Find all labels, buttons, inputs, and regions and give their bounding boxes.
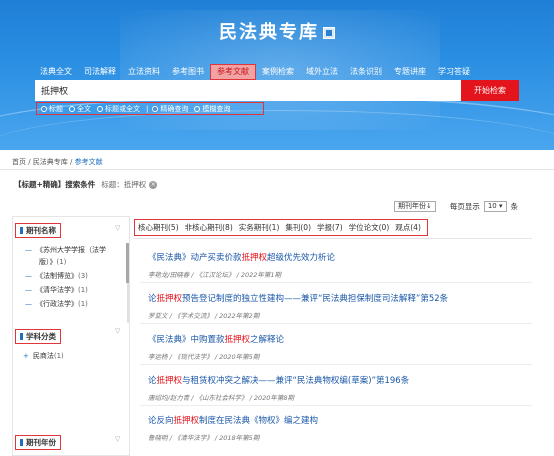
radio-icon	[97, 105, 103, 112]
nav-item[interactable]: 参考图书	[166, 64, 210, 80]
per-page-unit: 条	[510, 202, 519, 211]
result-item: 《民法典》中购置款抵押权之解释论 李运杨 / 《现代法学》 / 2020年第5期	[148, 333, 284, 361]
nav-item[interactable]: 学习答疑	[432, 64, 476, 80]
option-fuzzy[interactable]: 模糊查询	[194, 104, 230, 114]
filter-head-journal[interactable]: 期刊名称	[15, 223, 61, 238]
tab-core[interactable]: 核心期刊(5)	[138, 222, 179, 233]
divider	[134, 238, 532, 239]
tab-thesis[interactable]: 学位论文(0)	[349, 222, 390, 233]
list-item[interactable]: + 民商法 (1)	[23, 351, 64, 361]
result-item: 论抵押权预告登记制度的独立性建构——兼评“民法典担保制度司法解释”第52条 罗亚…	[148, 292, 448, 320]
result-title[interactable]: 《民法典》中购置款抵押权之解释论	[148, 333, 284, 345]
divider	[140, 282, 532, 283]
site-title-text: 民法典专库	[219, 22, 319, 43]
radio-icon	[194, 105, 201, 112]
result-title[interactable]: 论抵押权预告登记制度的独立性建构——兼评“民法典担保制度司法解释”第52条	[148, 292, 448, 304]
breadcrumb-home[interactable]: 首页	[12, 158, 26, 166]
search-button[interactable]: 开始检索	[461, 80, 519, 101]
chevron-down-icon[interactable]: ▽	[115, 224, 125, 232]
nav-item[interactable]: 法条识别	[344, 64, 388, 80]
option-exact[interactable]: 精确查询	[152, 104, 188, 114]
section-bar	[20, 333, 23, 340]
result-meta: 李运杨 / 《现代法学》 / 2020年第5期	[148, 353, 260, 361]
chevron-down-icon[interactable]: ▽	[115, 327, 125, 335]
header-banner: 民法典专库 法典全文 司法解释 立法资料 参考图书 参考文献 案例检索 域外立法…	[0, 0, 554, 150]
section-bar	[20, 227, 23, 234]
list-item[interactable]: — 《法制博览》 (3)	[25, 271, 106, 281]
main-nav: 法典全文 司法解释 立法资料 参考图书 参考文献 案例检索 域外立法 法条识别 …	[34, 64, 476, 80]
tab-journal[interactable]: 学报(7)	[317, 222, 343, 233]
breadcrumb-library[interactable]: 民法典专库	[33, 158, 68, 166]
nav-item-active[interactable]: 参考文献	[210, 64, 256, 80]
result-meta: 唐绍均/赵力青 / 《山东社会科学》 / 2020年第8期	[148, 394, 295, 402]
divider	[140, 405, 532, 406]
option-title[interactable]: 标题	[41, 104, 63, 114]
option-separator: |	[146, 104, 149, 113]
sort-select[interactable]: 期刊年份↓	[393, 201, 436, 212]
result-title[interactable]: 论反向抵押权制度在民法典《物权》编之建构	[148, 414, 318, 426]
search-bar: 开始检索	[35, 80, 519, 101]
conditions-label: 【标题+精确】搜索条件	[14, 180, 96, 189]
tab-viewpoint[interactable]: 观点(4)	[395, 222, 421, 233]
divider	[0, 169, 554, 170]
nav-item[interactable]: 案例检索	[256, 64, 300, 80]
result-meta: 鲁晓明 / 《清华法学》 / 2018年第5期	[148, 434, 260, 442]
filter-sidebar: 期刊名称 ▽ — 《苏州大学学报（法学 版）》 (1) — 《法制博览》 (3) — 《清…	[12, 216, 130, 456]
result-item: 《民法典》动产买卖价款抵押权超级优先效力析论 李艳龙/田晓春 / 《江汉论坛》 …	[148, 251, 335, 279]
category-tabs: 核心期刊(5) 非核心期刊(8) 实务期刊(1) 集刊(0) 学报(7) 学位论…	[134, 219, 428, 236]
radio-icon	[41, 105, 47, 112]
breadcrumb: 首页 / 民法典专库 / 参考文献	[12, 158, 103, 166]
list-item[interactable]: — 《行政法学》 (1)	[25, 299, 106, 309]
list-item-cont[interactable]: 版）》 (1)	[25, 257, 106, 267]
nav-item[interactable]: 法典全文	[34, 64, 78, 80]
filter-head-subject[interactable]: 学科分类	[15, 329, 61, 344]
per-page-select[interactable]: 10 ▾	[483, 201, 507, 212]
nav-item[interactable]: 域外立法	[300, 64, 344, 80]
result-meta: 罗亚文 / 《学术交流》 / 2022年第2期	[148, 312, 260, 320]
chevron-down-icon: ▾	[498, 202, 503, 210]
journal-list: — 《苏州大学学报（法学 版）》 (1) — 《法制博览》 (3) — 《清华法学》 (1)…	[25, 245, 106, 311]
scrollbar-thumb[interactable]	[126, 243, 129, 283]
result-controls: 期刊年份↓ 每页显示 10 ▾ 条	[393, 201, 519, 212]
search-options: 标题 全文 标题或全文 | 精确查询 模糊查询	[36, 102, 264, 115]
section-bar	[20, 439, 23, 446]
result-title[interactable]: 论抵押权与租赁权冲突之解决——兼评“民法典物权编(草案)”第196条	[148, 374, 409, 386]
seal-icon	[323, 27, 335, 39]
chevron-down-icon[interactable]: ▽	[115, 435, 125, 443]
tab-practice[interactable]: 实务期刊(1)	[239, 222, 280, 233]
nav-item[interactable]: 立法资料	[122, 64, 166, 80]
radio-icon	[69, 105, 75, 112]
nav-item[interactable]: 专题讲座	[388, 64, 432, 80]
tab-noncore[interactable]: 非核心期刊(8)	[185, 222, 233, 233]
divider	[140, 364, 532, 365]
result-meta: 李艳龙/田晓春 / 《江汉论坛》 / 2022年第1期	[148, 271, 282, 279]
radio-icon	[152, 105, 159, 112]
result-item: 论抵押权与租赁权冲突之解决——兼评“民法典物权编(草案)”第196条 唐绍均/赵…	[148, 374, 409, 402]
condition-tag: 标题：抵押权	[101, 180, 147, 189]
result-title[interactable]: 《民法典》动产买卖价款抵押权超级优先效力析论	[148, 251, 335, 263]
breadcrumb-current: 参考文献	[74, 158, 103, 166]
list-item[interactable]: — 《清华法学》 (1)	[25, 285, 106, 295]
filter-head-year[interactable]: 期刊年份	[15, 435, 61, 450]
clear-condition-icon[interactable]: ×	[149, 180, 158, 189]
subject-list: + 民商法 (1)	[23, 351, 64, 363]
search-conditions: 【标题+精确】搜索条件 标题：抵押权 ×	[14, 179, 158, 190]
list-item[interactable]: — 《苏州大学学报（法学	[25, 245, 106, 255]
site-title: 民法典专库	[0, 18, 554, 44]
tab-collection[interactable]: 集刊(0)	[285, 222, 311, 233]
search-input[interactable]	[35, 80, 461, 101]
result-item: 论反向抵押权制度在民法典《物权》编之建构 鲁晓明 / 《清华法学》 / 2018…	[148, 414, 318, 442]
option-title-or-fulltext[interactable]: 标题或全文	[97, 104, 140, 114]
nav-item[interactable]: 司法解释	[78, 64, 122, 80]
divider	[140, 323, 532, 324]
option-fulltext[interactable]: 全文	[69, 104, 91, 114]
per-page-label: 每页显示	[449, 202, 480, 211]
